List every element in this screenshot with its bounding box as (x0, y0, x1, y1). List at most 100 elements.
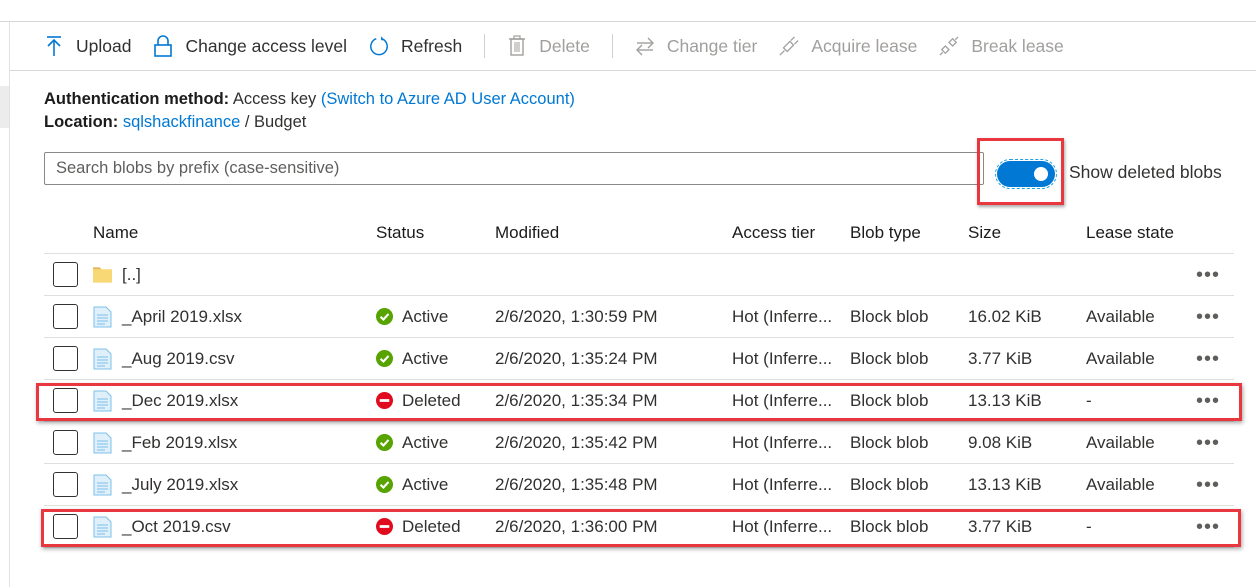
blob-type: Block blob (850, 432, 929, 452)
table-row[interactable]: _Oct 2019.csv Deleted 2/6/2020, 1:36:00 … (44, 506, 1234, 548)
blob-name[interactable]: _Dec 2019.xlsx (122, 391, 238, 411)
file-icon (93, 516, 112, 537)
blob-size: 16.02 KiB (968, 306, 1042, 326)
blob-size: 9.08 KiB (968, 432, 1033, 452)
toolbar-separator (484, 34, 486, 58)
blob-access-tier: Hot (Inferre... (732, 390, 833, 410)
upload-icon (44, 35, 64, 57)
change-tier-label: Change tier (666, 35, 758, 56)
more-options-button[interactable]: ••• (1196, 265, 1220, 285)
refresh-icon (369, 35, 389, 57)
blob-lease-state: Available (1086, 474, 1155, 494)
refresh-button[interactable]: Refresh (369, 22, 462, 70)
blob-name[interactable]: _Oct 2019.csv (122, 517, 231, 537)
column-header-blob-type[interactable]: Blob type (850, 212, 921, 254)
blob-modified: 2/6/2020, 1:30:59 PM (495, 306, 658, 326)
more-options-button[interactable]: ••• (1196, 349, 1220, 369)
file-icon (93, 432, 112, 453)
switch-auth-link[interactable]: (Switch to Azure AD User Account) (321, 90, 575, 108)
blob-access-tier: Hot (Inferre... (732, 432, 833, 452)
row-checkbox[interactable] (53, 472, 78, 497)
blob-type: Block blob (850, 348, 929, 368)
blob-type: Block blob (850, 306, 929, 326)
blob-name[interactable]: _April 2019.xlsx (122, 307, 242, 327)
search-blobs-input[interactable] (44, 152, 984, 185)
blob-lease-state: Available (1086, 306, 1155, 326)
blob-type: Block blob (850, 474, 929, 494)
toolbar-separator (611, 34, 613, 58)
toggle-knob (1034, 167, 1048, 181)
row-checkbox[interactable] (53, 304, 78, 329)
blob-name[interactable]: _Feb 2019.xlsx (122, 433, 237, 453)
location-account-link[interactable]: sqlshackfinance (123, 113, 240, 131)
left-rail-divider (9, 22, 10, 587)
blob-status: Active (402, 474, 449, 494)
more-options-button[interactable]: ••• (1196, 391, 1220, 411)
change-tier-button[interactable]: Change tier (635, 22, 757, 70)
break-lease-button[interactable]: Break lease (939, 22, 1064, 70)
acquire-lease-button[interactable]: Acquire lease (779, 22, 917, 70)
command-toolbar: Upload Change access level Refresh Delet… (10, 22, 1256, 71)
show-deleted-blobs-toggle[interactable] (995, 159, 1057, 189)
column-header-size[interactable]: Size (968, 212, 1001, 254)
table-row[interactable]: _Feb 2019.xlsx Active 2/6/2020, 1:35:42 … (44, 422, 1234, 464)
location-label: Location: (44, 113, 119, 131)
more-options-button[interactable]: ••• (1196, 475, 1220, 495)
file-icon (93, 306, 112, 327)
location-line: Location: sqlshackfinance / Budget (44, 111, 575, 134)
delete-label: Delete (539, 35, 590, 56)
row-checkbox[interactable] (53, 514, 78, 539)
blob-modified: 2/6/2020, 1:35:42 PM (495, 432, 658, 452)
column-header-access-tier[interactable]: Access tier (732, 212, 815, 254)
more-options-button[interactable]: ••• (1196, 307, 1220, 327)
table-row[interactable]: _Dec 2019.xlsx Deleted 2/6/2020, 1:35:34… (44, 380, 1234, 422)
more-options-button[interactable]: ••• (1196, 433, 1220, 453)
blob-lease-state: - (1086, 390, 1092, 410)
column-header-name[interactable]: Name (93, 212, 138, 254)
location-separator: / (244, 113, 250, 131)
upload-label: Upload (76, 35, 132, 56)
blob-type: Block blob (850, 390, 929, 410)
row-checkbox[interactable] (53, 262, 78, 287)
blob-name[interactable]: _July 2019.xlsx (122, 475, 238, 495)
table-row[interactable]: _Aug 2019.csv Active 2/6/2020, 1:35:24 P… (44, 338, 1234, 380)
auth-method-line: Authentication method: Access key (Switc… (44, 88, 575, 111)
plug-disconnect-icon (939, 35, 959, 57)
change-access-level-label: Change access level (185, 35, 347, 56)
more-options-button[interactable]: ••• (1196, 517, 1220, 537)
blob-modified: 2/6/2020, 1:35:24 PM (495, 348, 658, 368)
table-row[interactable]: _April 2019.xlsx Active 2/6/2020, 1:30:5… (44, 296, 1234, 338)
row-checkbox[interactable] (53, 388, 78, 413)
deleted-status-icon (376, 392, 393, 409)
delete-button[interactable]: Delete (507, 22, 590, 70)
file-icon (93, 348, 112, 369)
blob-access-tier: Hot (Inferre... (732, 306, 833, 326)
active-status-icon (376, 308, 393, 325)
blob-name[interactable]: _Aug 2019.csv (122, 349, 234, 369)
folder-icon (93, 266, 112, 283)
file-icon (93, 474, 112, 495)
left-nav-selected-item[interactable] (0, 86, 9, 128)
blob-size: 13.13 KiB (968, 474, 1042, 494)
upload-button[interactable]: Upload (44, 22, 131, 70)
table-row-parent[interactable]: [..] ••• (44, 254, 1234, 296)
blob-access-tier: Hot (Inferre... (732, 474, 833, 494)
location-container: Budget (254, 113, 307, 131)
blob-type: Block blob (850, 516, 929, 536)
column-header-modified[interactable]: Modified (495, 212, 559, 254)
break-lease-label: Break lease (971, 35, 1064, 56)
blob-table: Name Status Modified Access tier Blob ty… (44, 212, 1234, 548)
blob-size: 3.77 KiB (968, 348, 1033, 368)
lock-icon (153, 35, 173, 57)
table-row[interactable]: _July 2019.xlsx Active 2/6/2020, 1:35:48… (44, 464, 1234, 506)
column-header-lease-state[interactable]: Lease state (1086, 212, 1174, 254)
change-access-level-button[interactable]: Change access level (153, 22, 347, 70)
row-checkbox[interactable] (53, 430, 78, 455)
column-header-status[interactable]: Status (376, 212, 424, 254)
parent-folder-label[interactable]: [..] (122, 265, 141, 285)
swap-arrows-icon (635, 35, 655, 57)
table-header: Name Status Modified Access tier Blob ty… (44, 212, 1234, 254)
active-status-icon (376, 434, 393, 451)
blob-status: Active (402, 306, 449, 326)
row-checkbox[interactable] (53, 346, 78, 371)
